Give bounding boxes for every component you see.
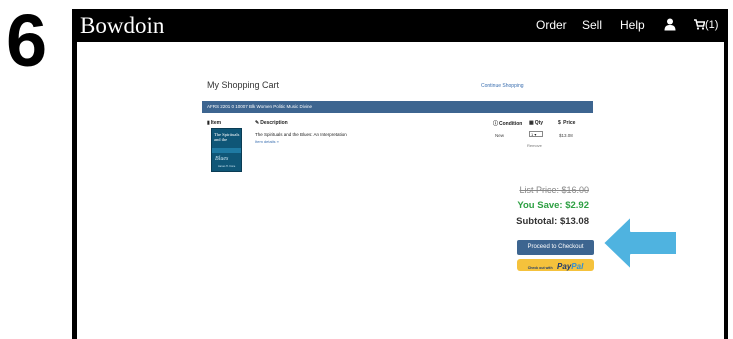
item-price: $13.08 (559, 133, 573, 138)
page-title: My Shopping Cart (207, 80, 280, 90)
col-header-description: ✎Description (255, 120, 288, 126)
nav-sell[interactable]: Sell (582, 18, 602, 32)
subtotal: Subtotal: $13.08 (516, 216, 589, 227)
col-header-condition: ⓘCondition (493, 121, 523, 127)
book-cover[interactable]: The Spirituals and the Blues James H. Co… (211, 128, 242, 172)
cover-stripe (212, 148, 241, 153)
paypal-brand-b: Pal (571, 262, 584, 271)
you-save: You Save: $2.92 (517, 200, 589, 211)
item-condition: New (495, 133, 505, 138)
bookmark-icon: ▮ (207, 120, 210, 126)
user-icon[interactable] (664, 18, 676, 31)
proceed-to-checkout-button[interactable]: Proceed to Checkout (517, 240, 594, 255)
pencil-icon: ✎ (255, 120, 260, 126)
col-header-qty: ▦Qty (529, 120, 544, 126)
cover-title: The Spirituals and the (214, 132, 240, 142)
paypal-brand-a: Pay (557, 262, 572, 271)
bar-chart-icon: ▦ (529, 120, 534, 126)
chevron-down-icon: ▾ (534, 132, 537, 137)
course-info: AFRS 2201 0 10007 Blk Women Politic Musi… (207, 104, 312, 109)
paypal-prefix: Check out with (527, 266, 553, 270)
nav-help[interactable]: Help (620, 18, 645, 32)
continue-shopping-link[interactable]: Continue Shopping (481, 83, 524, 89)
item-description: The Spirituals and the Blues: An Interpr… (255, 132, 347, 137)
dollar-icon: $ (558, 120, 561, 126)
page-content: My Shopping Cart Continue Shopping AFRS … (77, 42, 724, 339)
cover-subtitle: Blues (215, 156, 229, 162)
cart-count: (1) (705, 19, 719, 31)
course-header-bar: AFRS 2201 0 10007 Blk Women Politic Musi… (202, 101, 593, 113)
remove-link[interactable]: Remove (527, 143, 542, 148)
cover-author: James H. Cone (218, 165, 236, 168)
item-details-link[interactable]: Item details » (255, 139, 279, 144)
col-header-price: $ Price (558, 120, 576, 126)
info-icon: ⓘ (493, 121, 499, 127)
nav-order[interactable]: Order (536, 18, 567, 32)
quantity-select[interactable]: 1 ▾ (529, 131, 543, 137)
brand-logo[interactable]: Bowdoin (80, 13, 164, 38)
step-number: 6 (6, 0, 47, 82)
pointer-arrow-icon (602, 215, 678, 271)
col-header-item: ▮Item (207, 120, 222, 126)
paypal-checkout-button[interactable]: Check out with PayPal (517, 259, 594, 271)
list-price: List Price: $16.00 (519, 185, 589, 195)
cart-icon (694, 19, 705, 30)
top-navbar: Bowdoin Order Sell Help (1) (72, 9, 728, 42)
browser-frame: Bowdoin Order Sell Help (1) My Shopping … (72, 9, 728, 339)
